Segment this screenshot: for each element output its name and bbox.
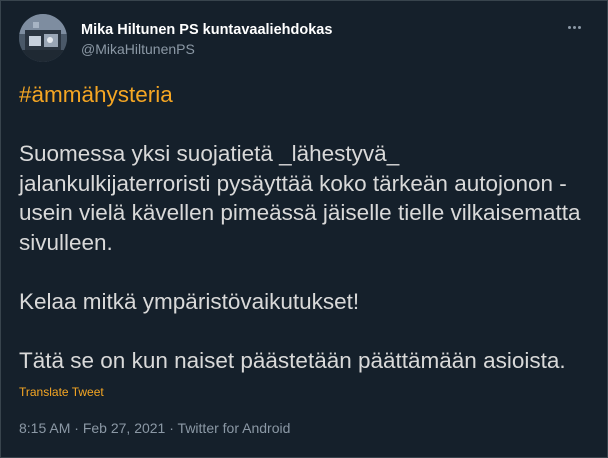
tweet-time-link[interactable]: 8:15 AM · Feb 27, 2021 [19,420,165,436]
translate-tweet-link[interactable]: Translate Tweet [19,385,104,399]
meta-separator: · [165,420,178,436]
tweet-source-link[interactable]: Twitter for Android [178,420,291,436]
meta-separator: · [70,420,83,436]
tweet-paragraph: Kelaa mitkä ympäristövaikutukset! [19,288,360,314]
tweet-meta: 8:15 AM · Feb 27, 2021 · Twitter for And… [19,420,290,436]
tweet-header: Mika Hiltunen PS kuntavaaliehdokas @Mika… [19,14,589,62]
tweet-date: Feb 27, 2021 [82,420,166,436]
hashtag-link[interactable]: #ämmähysteria [19,80,173,110]
tweet-text: #ämmähysteria Suomessa yksi suojatietä _… [19,80,591,375]
more-dot [567,25,571,29]
author-name[interactable]: Mika Hiltunen PS kuntavaaliehdokas [81,22,332,38]
tweet-paragraph: Tätä se on kun naiset päästetään päättäm… [19,347,566,373]
profile-photo-icon [19,14,67,62]
tweet-paragraph: Suomessa yksi suojatietä _lähestyvä_ jal… [19,141,581,255]
more-dot [572,25,576,29]
author-handle[interactable]: @MikaHiltunenPS [81,41,195,57]
more-options-icon[interactable] [563,16,585,38]
avatar[interactable] [19,14,67,62]
more-dot [577,25,581,29]
tweet-time: 8:15 AM [19,420,71,436]
